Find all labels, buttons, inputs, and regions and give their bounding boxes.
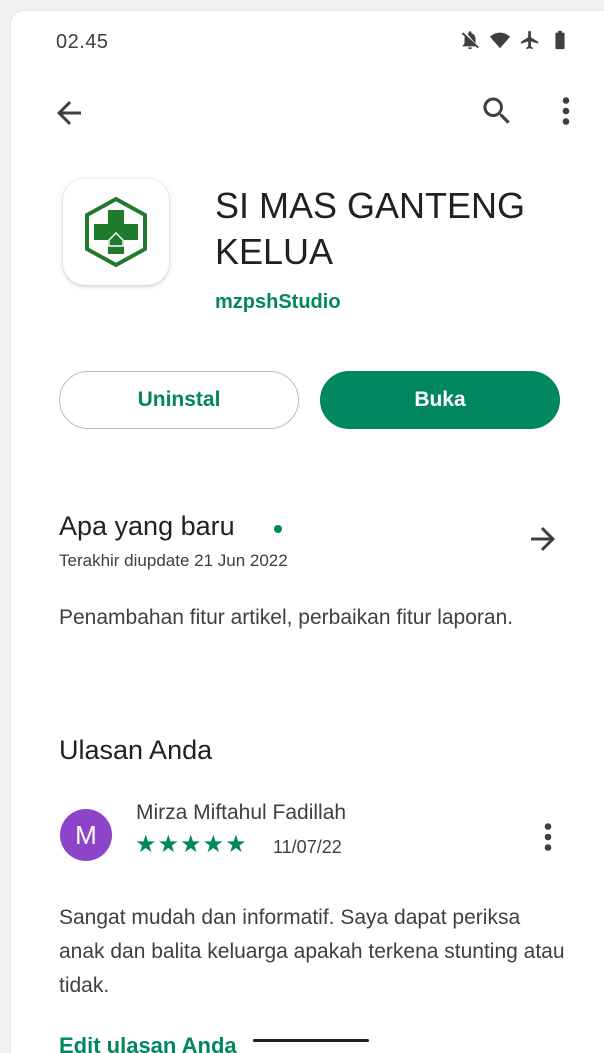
star-icon: ★ [225,831,247,858]
your-review-title: Ulasan Anda [59,735,213,765]
airplane-icon [519,29,541,51]
whats-new-text: Penambahan fitur artikel, perbaikan fitu… [59,606,514,629]
arrow-forward-icon[interactable] [525,521,561,557]
last-updated-date: Terakhir diupdate 21 Jun 2022 [59,551,288,570]
avatar: M [60,809,112,861]
star-icon: ★ [135,831,157,858]
review-more-vert-icon[interactable] [533,819,563,855]
more-vert-icon[interactable] [551,93,581,129]
edit-review-link[interactable]: Edit ulasan Anda [59,1033,237,1053]
reviewer-name: Mirza Miftahul Fadillah [136,801,347,824]
wifi-icon [489,29,511,51]
play-store-app-page: 02.45 SI MAS GANTENG KELUA mzpshStudio U… [10,10,604,1053]
app-title: SI MAS GANTENG KELUA [215,185,526,272]
status-bar: 02.45 [56,27,571,57]
star-rating: ★ ★ ★ ★ ★ [135,833,247,857]
uninstall-button[interactable]: Uninstal [59,371,299,429]
star-icon: ★ [157,831,180,858]
search-icon[interactable] [479,93,515,129]
battery-icon [549,29,571,51]
whats-new-title: Apa yang baru [59,511,235,541]
star-icon: ★ [202,831,225,858]
new-indicator-dot [274,525,282,533]
app-icon [63,179,169,285]
star-icon: ★ [180,831,202,858]
back-arrow-icon[interactable] [51,95,87,131]
review-date: 11/07/22 [273,837,342,857]
status-time: 02.45 [56,31,109,53]
review-text: Sangat mudah dan informatif. Saya dapat … [59,906,565,997]
gesture-nav-handle[interactable] [253,1039,369,1042]
status-icons [459,29,571,51]
notifications-off-icon [459,29,481,51]
open-button[interactable]: Buka [320,371,560,429]
developer-link[interactable]: mzpshStudio [215,291,341,314]
